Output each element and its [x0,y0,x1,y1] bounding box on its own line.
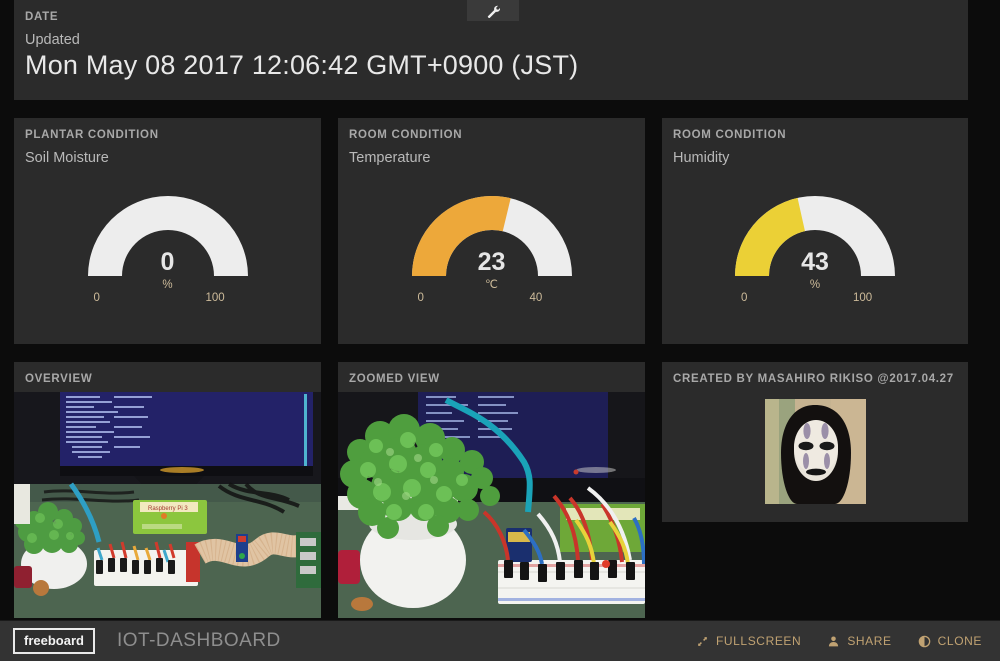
share-label: SHARE [847,634,891,648]
fullscreen-label: FULLSCREEN [716,634,801,648]
clone-button[interactable]: CLONE [918,634,982,648]
gauge-readout-soil: 0 % [108,250,228,292]
gauge-units-humidity: % [755,280,875,292]
gauge-units-temperature: ℃ [432,280,552,292]
no-face-avatar-image [765,399,866,504]
panel-humidity: ROOM CONDITION Humidity 43 % 0 100 [662,118,968,344]
panel-subtitle-temperature: Temperature [338,141,645,166]
gauge-readout-temperature: 23 ℃ [432,250,552,292]
gauge-value-temperature: 23 [432,250,552,275]
gauge-value-humidity: 43 [755,250,875,275]
gauge-temperature: 23 ℃ 0 40 [338,172,645,322]
gauge-value-soil: 0 [108,250,228,275]
panel-temperature: ROOM CONDITION Temperature 23 ℃ 0 40 [338,118,645,344]
panel-title-created-by: CREATED BY MASAHIRO RIKISO @2017.04.27 [662,362,968,385]
gauge-units-soil: % [108,280,228,292]
gauge-max-label-temperature: 40 [530,292,543,304]
panel-soil-moisture: PLANTAR CONDITION Soil Moisture 0 % 0 10… [14,118,321,344]
settings-button[interactable] [467,0,519,21]
gauge-min-label-temperature: 0 [418,292,424,304]
panel-title-zoomed-view: ZOOMED VIEW [338,362,645,385]
footer-bar: freeboard IOT-DASHBOARD FULLSCREEN [0,620,1000,661]
dashboard-title: IOT-DASHBOARD [117,630,281,652]
panel-title-temperature: ROOM CONDITION [338,118,645,141]
share-button[interactable]: SHARE [827,634,891,648]
panel-title-humidity: ROOM CONDITION [662,118,968,141]
panel-zoomed-view: ZOOMED VIEW [338,362,645,618]
gauge-soil-moisture: 0 % 0 100 [14,172,321,322]
freeboard-logo[interactable]: freeboard [13,628,95,654]
gauge-humidity: 43 % 0 100 [662,172,968,322]
person-icon [827,635,840,648]
gauge-min-label-humidity: 0 [741,292,747,304]
clone-label: CLONE [938,634,982,648]
panel-created-by: CREATED BY MASAHIRO RIKISO @2017.04.27 [662,362,968,522]
footer-actions: FULLSCREEN SHARE CLONE [696,634,982,648]
gauge-readout-humidity: 43 % [755,250,875,292]
fullscreen-button[interactable]: FULLSCREEN [696,634,801,648]
gauge-max-label-soil: 100 [206,292,225,304]
panel-subtitle-soil: Soil Moisture [14,141,321,166]
svg-text:Raspberry Pi 3: Raspberry Pi 3 [148,506,188,512]
gauge-min-label-soil: 0 [94,292,100,304]
webcam-overview-image: Raspberry Pi 3 [14,392,321,618]
panel-title-overview: OVERVIEW [14,362,321,385]
panel-overview: OVERVIEW [14,362,321,618]
webcam-zoomed-image [338,392,645,618]
dashboard-root: DATE Updated Mon May 08 2017 12:06:42 GM… [0,0,1000,661]
gauge-max-label-humidity: 100 [853,292,872,304]
date-value: Mon May 08 2017 12:06:42 GMT+0900 (JST) [14,48,968,81]
panel-subtitle-humidity: Humidity [662,141,968,166]
panel-title-soil: PLANTAR CONDITION [14,118,321,141]
date-updated-label: Updated [14,23,968,48]
expand-icon [696,635,709,648]
wrench-icon [486,4,500,18]
half-circle-icon [918,635,931,648]
